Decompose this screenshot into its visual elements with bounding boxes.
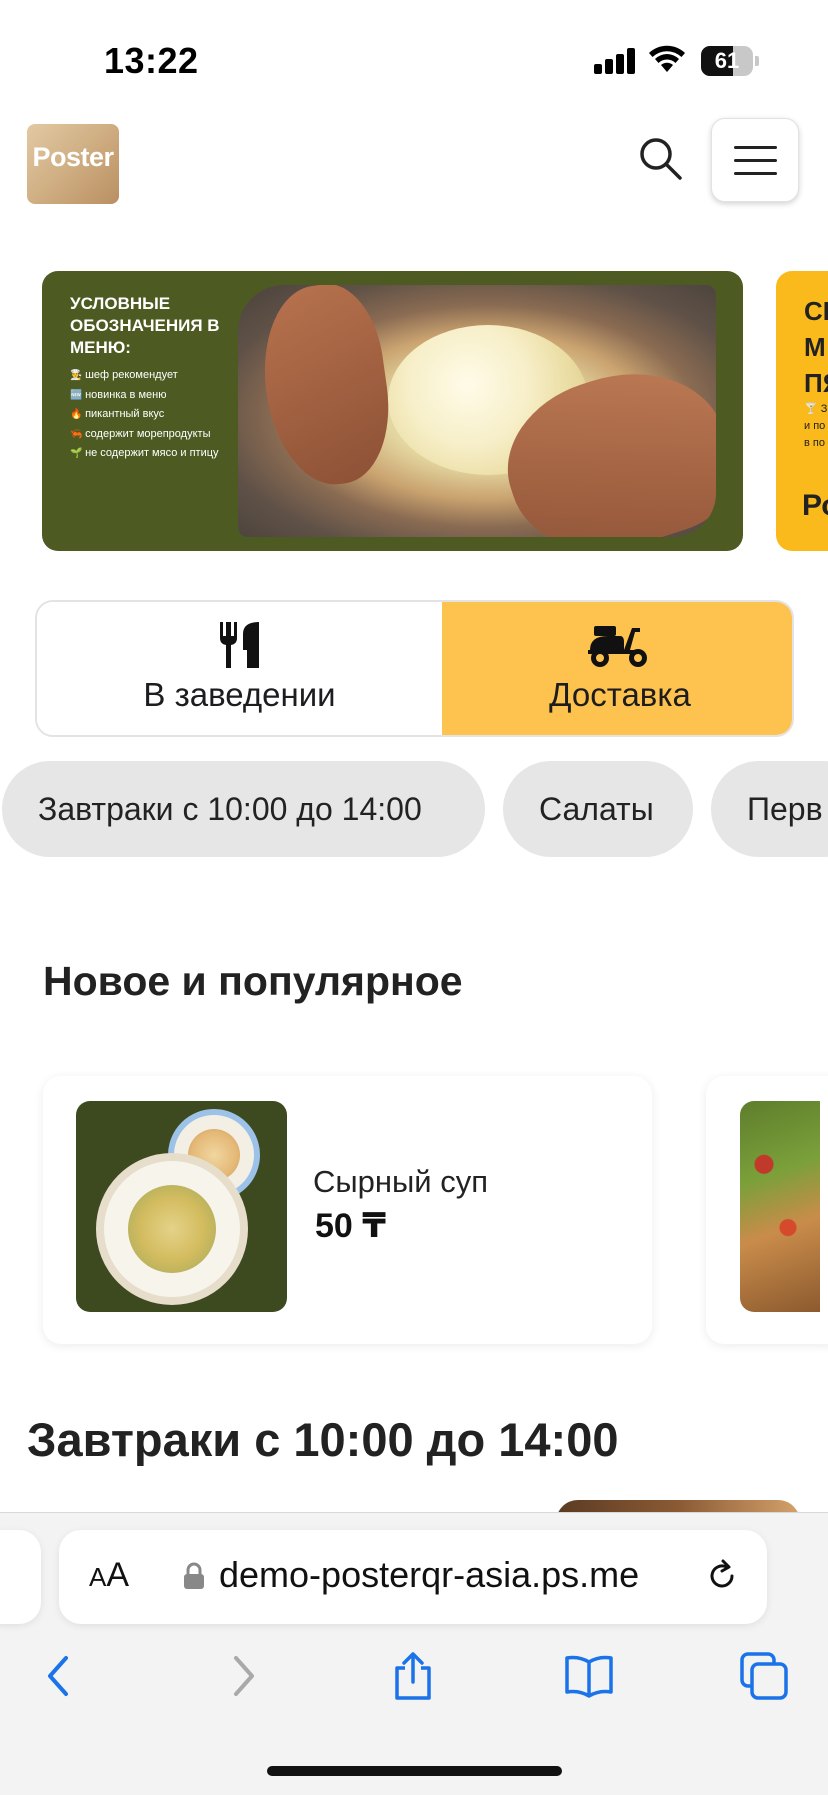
order-mode-switch: В заведении Доставка [35,600,794,737]
product-name: Сырный суп [313,1164,489,1199]
chef-icon: 👨‍🍳 [70,370,83,381]
banner2-bottom: Ро [802,489,828,522]
legend-item: 🦐 содержит морепродукты [70,425,219,445]
promo-banner-legend[interactable]: УСЛОВНЫЕ ОБОЗНАЧЕНИЯ В МЕНЮ: 👨‍🍳 шеф рек… [42,271,743,551]
hamburger-menu-icon [734,146,777,149]
section-title-new-popular: Новое и популярное [43,958,463,1004]
poster-logo[interactable]: Poster [27,124,119,204]
address-bar[interactable]: AA demo-posterqr-asia.ps.me [59,1530,767,1624]
product-image-pizza [740,1101,820,1312]
category-chip-salads[interactable]: Салаты [503,761,693,857]
product-image [76,1101,287,1312]
share-icon[interactable] [387,1650,439,1702]
home-indicator [267,1766,562,1776]
hamburger-menu-button[interactable] [711,118,799,202]
legend-item: 👨‍🍳 шеф рекомендует [70,366,219,386]
product-card-next[interactable] [706,1076,828,1344]
reload-icon[interactable] [704,1558,740,1594]
sprout-icon: 🌱 [70,448,83,459]
fork-knife-icon [220,622,259,668]
bookmarks-icon[interactable] [563,1650,615,1702]
legend-item: 🌱 не содержит мясо и птицу [70,444,219,464]
banner-legend-list: 👨‍🍳 шеф рекомендует 🆕 новинка в меню 🔥 п… [70,366,219,464]
forward-icon[interactable] [214,1650,266,1702]
shrimp-icon: 🦐 [70,428,83,440]
category-chips: Завтраки с 10:00 до 14:00 Салаты Перв [0,761,828,857]
new-icon: 🆕 [70,389,83,401]
previous-tab-peek[interactable] [0,1530,41,1624]
reader-settings-button[interactable]: AA [89,1556,129,1595]
banner2-title: СК М ПЯ [804,296,828,398]
section-title-breakfast: Завтраки с 10:00 до 14:00 [27,1413,619,1466]
battery-icon: 61 [701,46,759,76]
fire-icon: 🔥 [70,409,83,420]
battery-percent: 61 [714,48,740,73]
product-card[interactable]: Сырный суп 50 ₸ [43,1076,652,1344]
product-price: 50 ₸ [315,1207,386,1245]
banner-photo-pizza-dough [238,285,716,537]
logo-text: Poster [32,142,114,172]
promo-banner-2[interactable]: СК М ПЯ 🍸 З и по в по Ро [776,271,828,551]
category-chip-first-courses[interactable]: Перв [711,761,828,857]
url-text: demo-posterqr-asia.ps.me [219,1554,640,1595]
tab-delivery[interactable]: Доставка [442,602,792,735]
wifi-icon [649,45,685,72]
back-icon[interactable] [36,1650,88,1702]
tab-dine-in-label: В заведении [143,676,336,713]
lock-icon [184,1562,204,1589]
tabs-icon[interactable] [738,1650,790,1702]
status-time: 13:22 [104,40,199,81]
tab-dine-in[interactable]: В заведении [37,602,442,735]
legend-item: 🔥 пикантный вкус [70,405,219,425]
status-bar: 13:22 61 [0,0,828,118]
tab-delivery-label: Доставка [549,676,691,713]
category-chip-breakfast[interactable]: Завтраки с 10:00 до 14:00 [2,761,485,857]
banner2-text: 🍸 З и по в по [804,403,828,449]
search-icon[interactable] [636,134,684,182]
legend-item: 🆕 новинка в меню [70,386,219,406]
scooter-icon [588,626,647,667]
cellular-signal-icon [594,48,636,74]
